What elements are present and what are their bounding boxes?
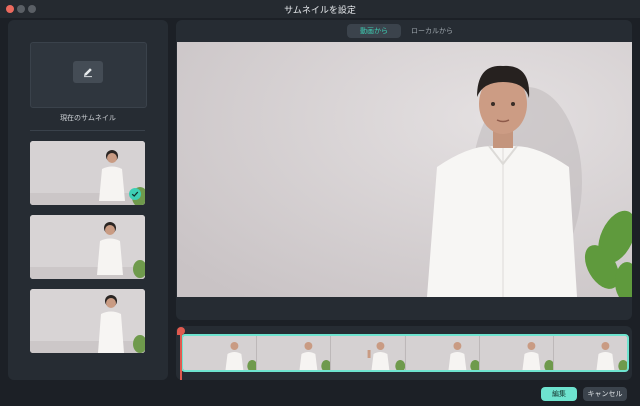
current-thumbnail-box[interactable]	[30, 42, 147, 108]
current-thumbnail-label: 現在のサムネイル	[60, 114, 116, 122]
thumbnail-option-3[interactable]	[30, 289, 145, 353]
divider	[30, 130, 145, 131]
timeline-frame-1	[183, 336, 258, 370]
title-bar: サムネイルを設定	[0, 0, 640, 18]
cancel-button[interactable]: キャンセル	[583, 387, 627, 401]
thumbnail-option-1[interactable]	[30, 141, 145, 205]
timeline-frame-2	[257, 336, 332, 370]
playhead-handle-icon[interactable]	[177, 327, 185, 335]
thumbnail-option-2[interactable]	[30, 215, 145, 279]
timeline-frame-5	[479, 336, 554, 370]
video-frame-preview	[177, 42, 632, 297]
pencil-icon	[82, 63, 94, 82]
timeline-frame-6	[553, 336, 627, 370]
thumbnail-list-panel: 現在のサムネイル	[8, 20, 168, 380]
edit-button[interactable]: 編集	[541, 387, 577, 401]
dialog-window: サムネイルを設定 現在のサムネイル 動画から ローカルから 編集 キャンセル	[0, 0, 640, 406]
tab-from-video[interactable]: 動画から	[347, 24, 401, 38]
frame-strip[interactable]	[181, 334, 629, 372]
timeline-frame-4	[405, 336, 480, 370]
preview-panel: 動画から ローカルから	[176, 20, 632, 320]
edit-thumbnail-button[interactable]	[73, 61, 103, 83]
playhead[interactable]	[177, 327, 185, 380]
timeline-frame-3	[331, 336, 406, 370]
source-tabs: 動画から ローカルから	[347, 24, 459, 38]
frame-timeline[interactable]	[176, 326, 632, 380]
tab-from-local[interactable]: ローカルから	[405, 24, 459, 38]
selected-check-icon	[129, 188, 141, 200]
window-title: サムネイルを設定	[284, 6, 356, 16]
